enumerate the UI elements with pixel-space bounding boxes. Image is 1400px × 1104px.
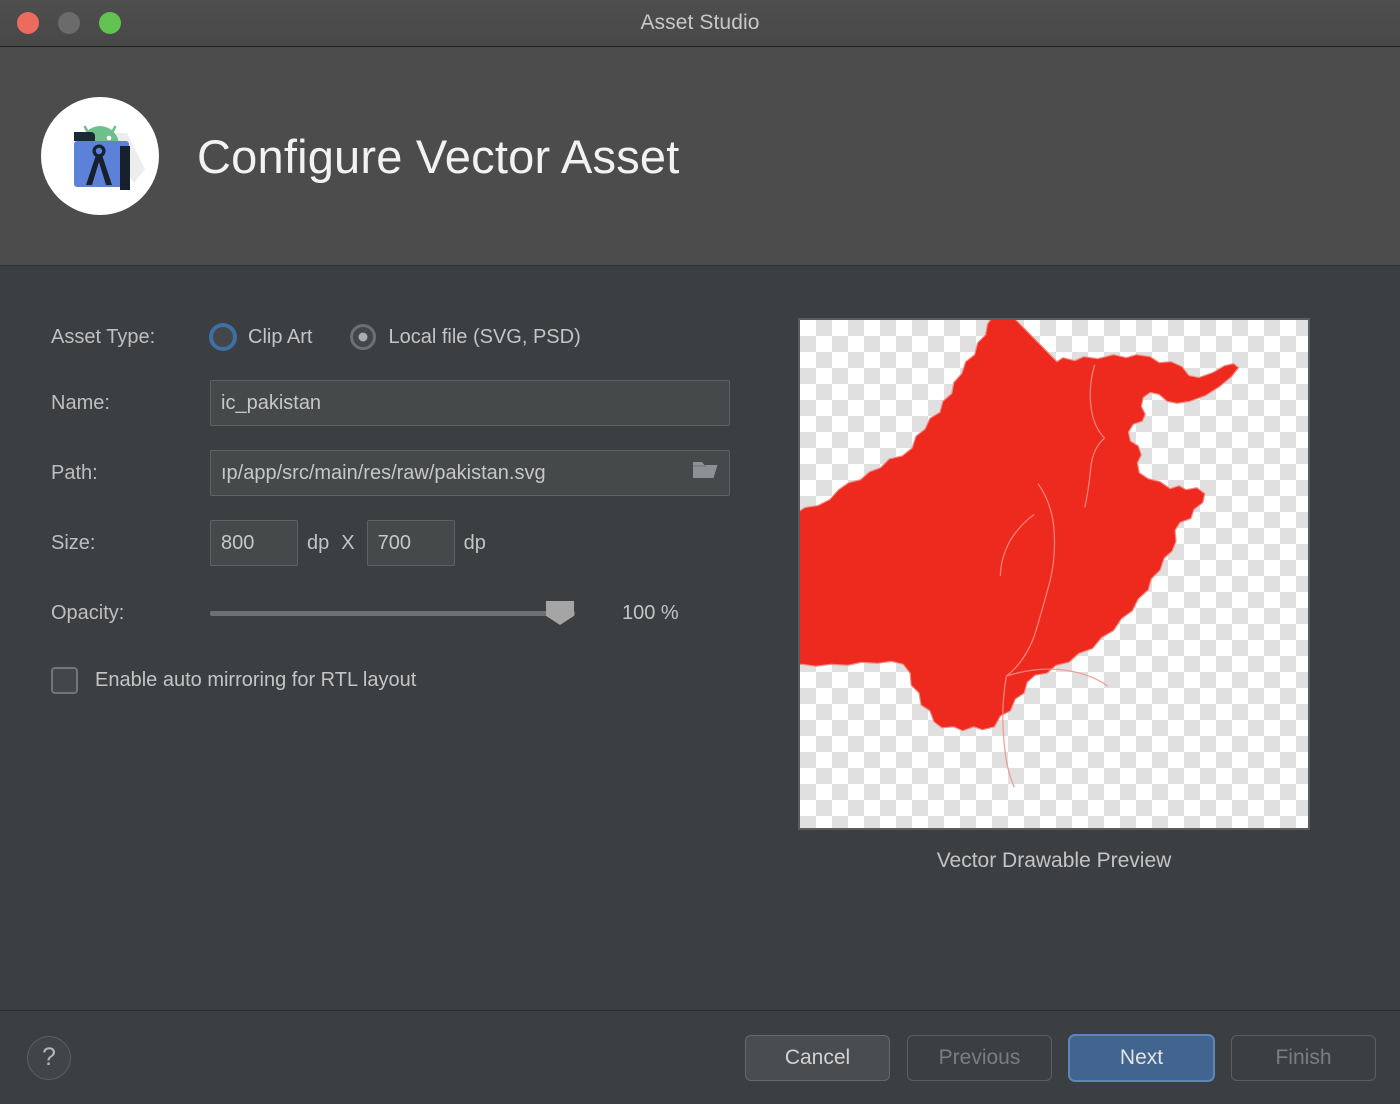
dialog-footer: ? Cancel Previous Next Finish — [0, 1010, 1400, 1104]
asset-type-row: Asset Type: Clip Art Local file (SVG, PS… — [51, 318, 790, 356]
size-width-value: 800 — [221, 531, 255, 554]
asset-type-radio-group: Clip Art Local file (SVG, PSD) — [210, 324, 619, 350]
size-height-unit: dp — [463, 531, 486, 554]
size-height-value: 700 — [377, 531, 411, 554]
opacity-row: Opacity: 100 % — [51, 590, 790, 636]
size-label: Size: — [51, 531, 96, 554]
zoom-window-button[interactable] — [99, 12, 121, 34]
size-height-input[interactable]: 700 — [366, 520, 455, 566]
dialog-body: Asset Type: Clip Art Local file (SVG, PS… — [0, 266, 1400, 1010]
radio-option-local-file[interactable]: Local file (SVG, PSD) — [350, 324, 581, 350]
path-label: Path: — [51, 461, 98, 484]
page-title: Configure Vector Asset — [197, 129, 680, 183]
path-input-value: ıp/app/src/main/res/raw/pakistan.svg — [221, 461, 546, 484]
name-row: Name: ic_pakistan — [51, 380, 790, 426]
android-asset-studio-icon — [41, 97, 159, 215]
opacity-slider-thumb[interactable] — [546, 601, 574, 625]
preview-caption: Vector Drawable Preview — [936, 849, 1172, 872]
opacity-value: 100 % — [622, 601, 679, 624]
title-bar: Asset Studio — [0, 0, 1400, 47]
close-window-button[interactable] — [17, 12, 39, 34]
window-title: Asset Studio — [640, 11, 760, 34]
name-label: Name: — [51, 391, 110, 414]
footer-button-group: Cancel Previous Next Finish — [745, 1034, 1376, 1081]
cancel-button[interactable]: Cancel — [745, 1034, 890, 1081]
next-button[interactable]: Next — [1069, 1034, 1214, 1081]
traffic-light-group — [17, 12, 121, 34]
local-file-radio-label: Local file (SVG, PSD) — [388, 325, 581, 348]
name-input[interactable]: ic_pakistan — [210, 380, 730, 426]
name-input-value: ic_pakistan — [221, 391, 322, 414]
size-separator: X — [341, 531, 355, 554]
folder-open-icon[interactable] — [691, 458, 721, 488]
finish-button: Finish — [1231, 1034, 1376, 1081]
radio-option-clip-art[interactable]: Clip Art — [210, 324, 312, 350]
previous-button: Previous — [907, 1034, 1052, 1081]
path-row: Path: ıp/app/src/main/res/raw/pakistan.s… — [51, 450, 790, 496]
asset-type-label: Asset Type: — [51, 325, 156, 348]
help-button[interactable]: ? — [27, 1035, 71, 1080]
local-file-radio-icon[interactable] — [350, 324, 377, 350]
opacity-label: Opacity: — [51, 601, 125, 624]
opacity-slider[interactable] — [210, 593, 575, 633]
pakistan-map-shape — [800, 320, 1240, 788]
size-width-unit: dp — [307, 531, 330, 554]
size-row: Size: 800 dp X 700 dp — [51, 520, 790, 566]
clip-art-radio-icon[interactable] — [210, 324, 236, 350]
clip-art-radio-label: Clip Art — [248, 325, 313, 348]
size-width-input[interactable]: 800 — [210, 520, 298, 566]
configuration-form: Asset Type: Clip Art Local file (SVG, PS… — [0, 318, 790, 1010]
opacity-slider-track[interactable] — [210, 611, 575, 616]
minimize-window-button[interactable] — [58, 12, 80, 34]
preview-column: Vector Drawable Preview — [790, 318, 1400, 1010]
path-input[interactable]: ıp/app/src/main/res/raw/pakistan.svg — [210, 450, 730, 496]
dialog-header: Configure Vector Asset — [0, 47, 1400, 266]
rtl-mirroring-row[interactable]: Enable auto mirroring for RTL layout — [51, 660, 790, 700]
vector-drawable-preview-canvas — [798, 318, 1310, 830]
rtl-mirroring-label: Enable auto mirroring for RTL layout — [95, 668, 417, 691]
rtl-mirroring-checkbox[interactable] — [51, 666, 78, 694]
asset-studio-window: Asset Studio Configure Vector Asset Asse… — [0, 0, 1400, 1104]
